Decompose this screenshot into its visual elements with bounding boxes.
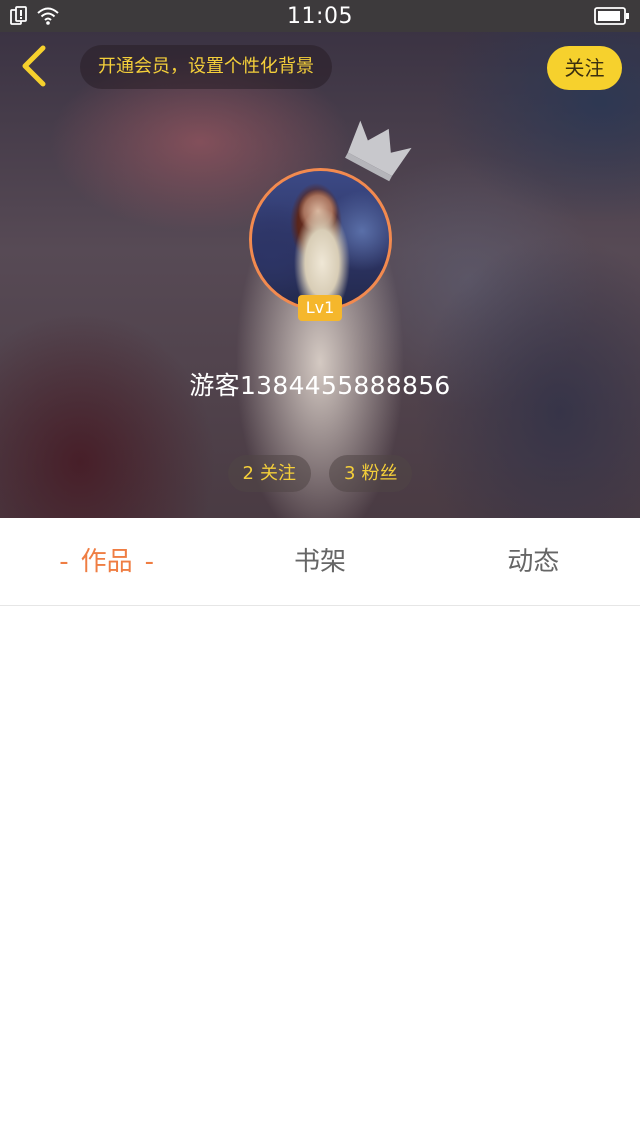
battery-icon [594, 7, 630, 29]
back-button[interactable] [12, 44, 56, 92]
tab-active-indicator-left: - [59, 547, 69, 577]
tab-active-indicator-right: - [144, 547, 155, 577]
tab-bookshelf-label: 书架 [293, 547, 346, 577]
status-time: 11:05 [287, 4, 353, 29]
followers-label: 粉丝 [361, 463, 398, 484]
level-badge: Lv1 [298, 295, 342, 321]
chevron-left-icon [19, 44, 49, 92]
following-count: 2 [242, 463, 254, 484]
vip-banner[interactable]: 开通会员，设置个性化背景 [80, 45, 332, 89]
tab-activity[interactable]: 动态 [427, 518, 640, 605]
username: 游客1384455888856 [189, 371, 451, 400]
status-bar: 11:05 [0, 0, 640, 32]
profile-stats: 2 关注 3 粉丝 [0, 455, 640, 492]
tab-bookshelf[interactable]: 书架 [213, 518, 426, 605]
followers-count: 3 [344, 463, 356, 484]
following-count-button[interactable]: 2 关注 [227, 455, 311, 492]
crown-icon [342, 118, 412, 184]
followers-count-button[interactable]: 3 粉丝 [329, 455, 413, 492]
works-content-area [0, 607, 640, 1138]
profile-header: 开通会员，设置个性化背景 关注 Lv1 游客1384455888856 2 关注 … [0, 32, 640, 518]
tab-works-label: 作品 [80, 547, 133, 577]
follow-button[interactable]: 关注 [547, 46, 622, 90]
tab-works[interactable]: - 作品 - [0, 518, 213, 605]
profile-page: 11:05 开通会员，设置个性化背景 关注 Lv1 游客138445588885… [0, 0, 640, 1138]
tab-activity-label: 动态 [507, 547, 560, 577]
following-label: 关注 [260, 463, 296, 484]
avatar[interactable] [249, 168, 392, 311]
tab-bar: - 作品 - 书架 动态 [0, 518, 640, 606]
